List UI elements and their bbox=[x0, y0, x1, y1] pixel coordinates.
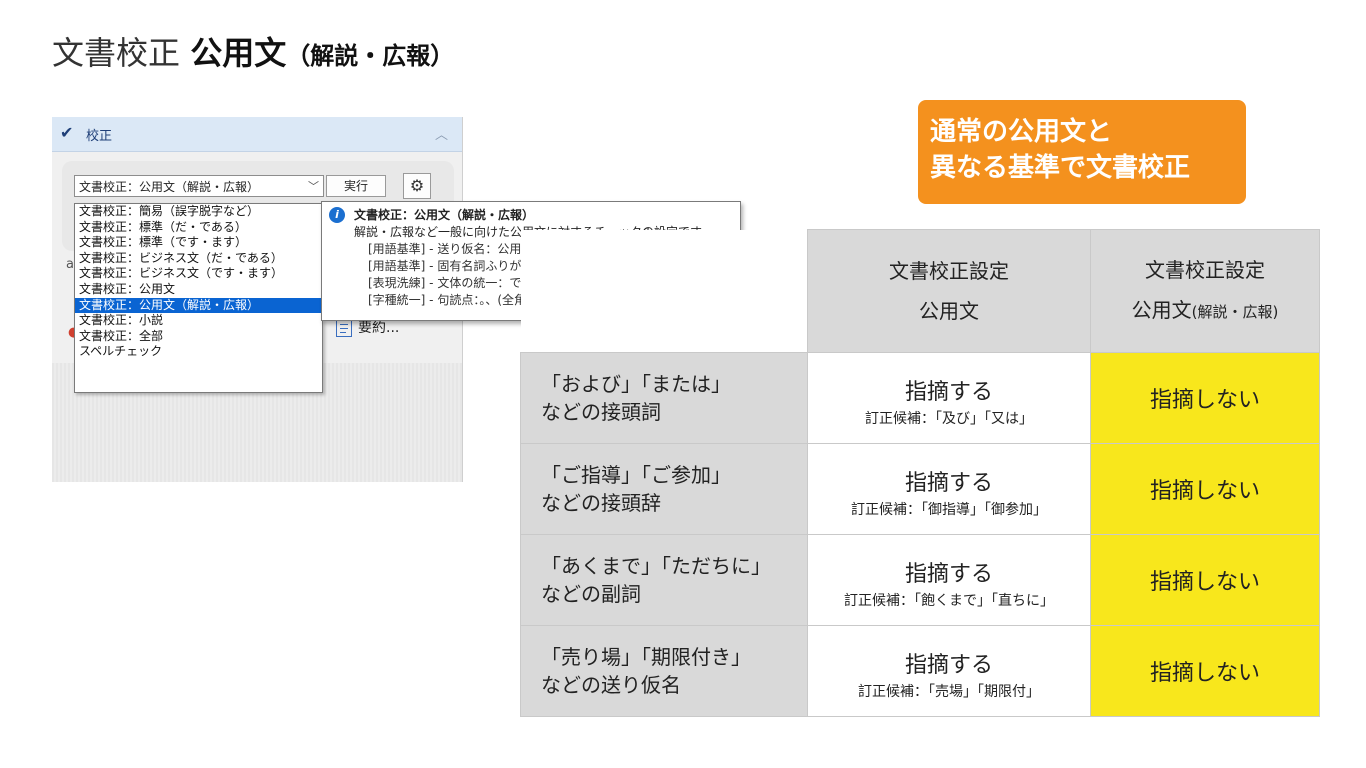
chevron-down-icon[interactable]: ﹀ bbox=[308, 176, 319, 198]
standard-cell: 指摘する訂正候補：「飽くまで」「直ちに」 bbox=[807, 533, 1091, 626]
correction-candidates: 訂正候補：「及び」「又は」 bbox=[865, 410, 1033, 427]
callout-box: 通常の公用文と 異なる基準で文書校正 bbox=[918, 100, 1246, 204]
header-small: (解説・広報) bbox=[1191, 302, 1279, 321]
dropdown-option[interactable]: 文書校正：公用文 bbox=[75, 282, 322, 298]
title-main: 文書校正 bbox=[52, 34, 181, 72]
standard-result: 指摘する bbox=[904, 470, 993, 496]
slide-title: 文書校正 公用文（解説・広報） bbox=[52, 28, 454, 74]
row-label-line-2: などの副詞 bbox=[541, 581, 641, 606]
proofing-mode-dropdown: 文書校正：簡易（誤字脱字など） 文書校正：標準（だ・である） 文書校正：標準（で… bbox=[74, 203, 323, 393]
panel-header[interactable]: ✔ 校正 ︿ bbox=[52, 117, 462, 152]
header-line-1: 文書校正設定 bbox=[889, 258, 1009, 283]
explain-cell: 指摘しない bbox=[1090, 442, 1320, 535]
proofing-mode-select[interactable]: 文書校正：公用文（解説・広報） ﹀ bbox=[74, 175, 324, 197]
row-label-line-2: などの送り仮名 bbox=[541, 672, 681, 697]
standard-result: 指摘する bbox=[904, 379, 993, 405]
correction-candidates: 訂正候補：「売場」「期限付」 bbox=[858, 683, 1040, 700]
standard-result: 指摘する bbox=[904, 652, 993, 678]
dropdown-option[interactable]: 文書校正：簡易（誤字脱字など） bbox=[75, 204, 322, 220]
gear-icon[interactable]: ⚙ bbox=[403, 173, 431, 199]
dropdown-option[interactable]: 文書校正：全部 bbox=[75, 329, 322, 345]
standard-result: 指摘する bbox=[904, 561, 993, 587]
row-label: 「ご指導」「ご参加」 などの接頭辞 bbox=[520, 442, 808, 535]
header-standard: 文書校正設定 公用文 bbox=[807, 229, 1091, 353]
checkmark-icon: ✔ bbox=[60, 123, 74, 142]
standard-cell: 指摘する訂正候補：「及び」「又は」 bbox=[807, 351, 1091, 444]
table-header-row: 文書校正設定 公用文 文書校正設定 公用文(解説・広報) bbox=[520, 229, 1320, 353]
dropdown-option[interactable]: 文書校正：小説 bbox=[75, 313, 322, 329]
document-icon bbox=[336, 319, 352, 337]
dropdown-option[interactable]: スペルチェック bbox=[75, 344, 322, 360]
standard-cell: 指摘する訂正候補：「御指導」「御参加」 bbox=[807, 442, 1091, 535]
table-row: 「あくまで」「ただちに」 などの副詞 指摘する訂正候補：「飽くまで」「直ちに」 指… bbox=[520, 533, 1320, 626]
row-label-line-2: などの接頭辞 bbox=[541, 490, 661, 515]
row-label: 「あくまで」「ただちに」 などの副詞 bbox=[520, 533, 808, 626]
tooltip-title: 文書校正：公用文（解説・広報） bbox=[354, 208, 535, 222]
row-label-line-2: などの接頭詞 bbox=[541, 399, 661, 424]
header-line-2: 公用文 bbox=[1131, 297, 1192, 322]
row-label-line-1: 「ご指導」「ご参加」 bbox=[541, 462, 731, 487]
row-label-line-1: 「および」「または」 bbox=[541, 371, 731, 396]
header-line-1: 文書校正設定 bbox=[1145, 257, 1265, 282]
correction-candidates: 訂正候補：「御指導」「御参加」 bbox=[851, 501, 1047, 518]
dropdown-option[interactable]: 文書校正：ビジネス文（だ・である） bbox=[75, 251, 322, 267]
correction-candidates: 訂正候補：「飽くまで」「直ちに」 bbox=[844, 592, 1054, 609]
title-bold: 公用文 bbox=[190, 34, 287, 72]
table-row: 「ご指導」「ご参加」 などの接頭辞 指摘する訂正候補：「御指導」「御参加」 指摘し… bbox=[520, 442, 1320, 535]
explain-cell: 指摘しない bbox=[1090, 351, 1320, 444]
row-label: 「売り場」「期限付き」 などの送り仮名 bbox=[520, 624, 808, 717]
dropdown-option[interactable]: 文書校正：ビジネス文（です・ます） bbox=[75, 266, 322, 282]
run-button[interactable]: 実行 bbox=[326, 175, 386, 197]
dropdown-option[interactable]: 文書校正：標準（だ・である） bbox=[75, 220, 322, 236]
dropdown-option[interactable]: 文書校正：標準（です・ます） bbox=[75, 235, 322, 251]
info-icon: i bbox=[329, 207, 345, 223]
partial-glyph: a bbox=[66, 257, 74, 272]
title-paren: （解説・広報） bbox=[286, 42, 455, 70]
summary-label: 要約... bbox=[358, 320, 400, 336]
proofing-mode-value: 文書校正：公用文（解説・広報） bbox=[79, 180, 260, 194]
callout-line-2: 異なる基準で文書校正 bbox=[930, 153, 1191, 183]
header-line-2: 公用文 bbox=[919, 298, 979, 323]
panel-header-label: 校正 bbox=[86, 129, 113, 144]
header-blank-cell bbox=[520, 229, 808, 352]
dropdown-option-selected[interactable]: 文書校正：公用文（解説・広報） bbox=[75, 297, 322, 314]
header-explain: 文書校正設定 公用文(解説・広報) bbox=[1090, 229, 1320, 353]
callout-line-1: 通常の公用文と bbox=[930, 117, 1113, 147]
collapse-chevron-icon[interactable]: ︿ bbox=[435, 124, 448, 143]
table-row: 「売り場」「期限付き」 などの送り仮名 指摘する訂正候補：「売場」「期限付」 指摘… bbox=[520, 624, 1320, 717]
row-label-line-1: 「売り場」「期限付き」 bbox=[541, 644, 751, 669]
explain-cell: 指摘しない bbox=[1090, 533, 1320, 626]
explain-cell: 指摘しない bbox=[1090, 624, 1320, 717]
comparison-table: 文書校正設定 公用文 文書校正設定 公用文(解説・広報) 「および」「または」な… bbox=[520, 229, 1320, 717]
standard-cell: 指摘する訂正候補：「売場」「期限付」 bbox=[807, 624, 1091, 717]
row-label: 「および」「または」 などの接頭詞 bbox=[520, 351, 808, 444]
row-label-line-1: 「あくまで」「ただちに」 bbox=[541, 553, 771, 578]
table-row: 「および」「または」 などの接頭詞 指摘する訂正候補：「及び」「又は」 指摘しない bbox=[520, 351, 1320, 444]
